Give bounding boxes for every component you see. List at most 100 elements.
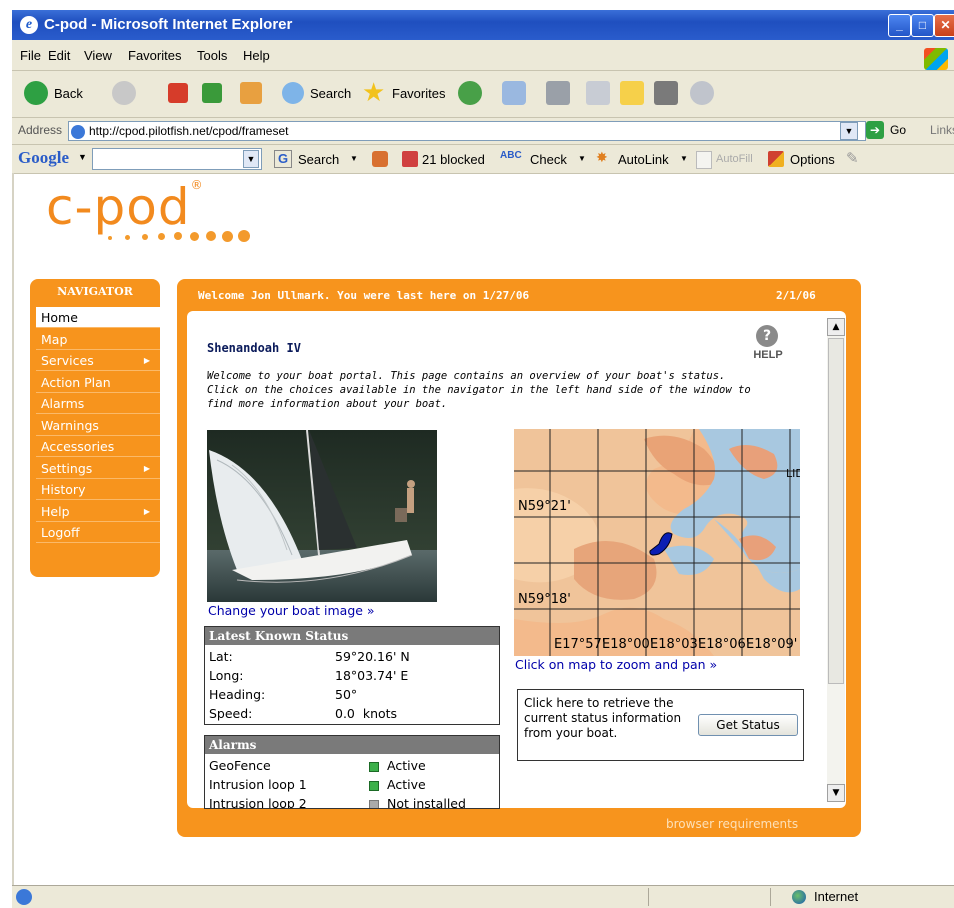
- change-image-link[interactable]: Change your boat image »: [208, 603, 375, 618]
- nav-item-help[interactable]: Help ▶: [36, 501, 160, 522]
- go-arrow-icon[interactable]: ➔: [866, 121, 884, 139]
- highlight-pen-icon[interactable]: ✎: [846, 149, 859, 167]
- spellcheck-icon[interactable]: ABC: [500, 150, 522, 161]
- map-zoom-link[interactable]: Click on map to zoom and pan »: [515, 657, 717, 672]
- options-button[interactable]: Options: [790, 152, 835, 167]
- page-icon: [71, 124, 85, 139]
- nav-item-history[interactable]: History: [36, 479, 160, 500]
- home-icon[interactable]: [240, 82, 262, 104]
- nav-item-services[interactable]: Services ▶: [36, 350, 160, 371]
- menu-tools[interactable]: Tools: [197, 48, 227, 63]
- map-canvas[interactable]: [514, 429, 800, 656]
- back-arrow-icon[interactable]: [24, 81, 48, 105]
- nav-item-accessories[interactable]: Accessories: [36, 436, 160, 457]
- google-dropdown-icon[interactable]: ▼: [243, 150, 259, 168]
- address-dropdown-icon[interactable]: ▼: [840, 122, 858, 140]
- google-logo[interactable]: Google: [18, 148, 69, 168]
- alarm-label-loop2: Intrusion loop 2: [209, 796, 307, 809]
- nav-label: Accessories: [41, 439, 115, 454]
- popup-blocker-icon[interactable]: [402, 151, 418, 167]
- welcome-message: Welcome Jon Ullmark. You were last here …: [198, 289, 530, 302]
- google-menu-icon[interactable]: ▼: [78, 152, 87, 162]
- forward-arrow-icon[interactable]: [112, 81, 136, 105]
- check-chevron-icon[interactable]: ▼: [578, 154, 586, 163]
- minimize-button[interactable]: _: [888, 14, 911, 37]
- map-town-label: LID: [786, 467, 800, 480]
- google-search-input[interactable]: [92, 148, 262, 170]
- page-status-icon: [16, 889, 32, 905]
- logo-registered-mark: ®: [190, 178, 204, 192]
- map-lon-label: E17°57': [554, 637, 606, 652]
- maximize-button[interactable]: □: [911, 14, 934, 37]
- help-question-icon: ?: [756, 325, 778, 347]
- alarm-status-indicator: [369, 781, 379, 791]
- media-icon[interactable]: [458, 81, 482, 105]
- news-icon[interactable]: [372, 151, 388, 167]
- go-button[interactable]: Go: [890, 123, 906, 137]
- get-status-button[interactable]: Get Status: [698, 714, 798, 736]
- favorites-star-icon[interactable]: ★: [362, 77, 386, 107]
- menu-edit[interactable]: Edit: [48, 48, 70, 63]
- back-button[interactable]: Back: [54, 86, 83, 101]
- address-url[interactable]: http://cpod.pilotfish.net/cpod/frameset: [89, 124, 288, 138]
- status-label-speed: Speed:: [209, 706, 253, 721]
- logo-text: c-pod: [46, 178, 191, 236]
- options-icon[interactable]: [768, 151, 784, 167]
- address-input[interactable]: http://cpod.pilotfish.net/cpod/frameset: [68, 121, 866, 141]
- messenger-icon[interactable]: [690, 81, 714, 105]
- stop-icon[interactable]: [168, 83, 188, 103]
- autolink-icon[interactable]: ✸: [596, 149, 608, 166]
- discuss-icon[interactable]: [620, 81, 644, 105]
- mail-icon[interactable]: [502, 81, 526, 105]
- boat-name: Shenandoah IV: [207, 341, 301, 355]
- map-view[interactable]: N59°21' N59°18' E17°57' E18°00' E18°03' …: [514, 429, 800, 656]
- menu-bar: File Edit View Favorites Tools Help: [12, 40, 954, 71]
- window-title: C-pod - Microsoft Internet Explorer: [44, 16, 293, 33]
- menu-file[interactable]: File: [20, 48, 41, 63]
- check-button[interactable]: Check: [530, 152, 567, 167]
- nav-item-action-plan[interactable]: Action Plan: [36, 372, 160, 393]
- nav-item-logoff[interactable]: Logoff: [36, 522, 160, 543]
- google-g-icon[interactable]: G: [274, 150, 292, 168]
- menu-view[interactable]: View: [84, 48, 112, 63]
- nav-item-settings[interactable]: Settings ▶: [36, 458, 160, 479]
- browser-requirements-link[interactable]: browser requirements: [666, 817, 798, 831]
- print-icon[interactable]: [546, 81, 570, 105]
- get-status-text: Click here to retrieve the current statu…: [524, 696, 682, 740]
- favorites-button[interactable]: Favorites: [392, 86, 445, 101]
- submenu-arrow-icon: ▶: [143, 464, 150, 473]
- navigator-header: NAVIGATOR: [57, 285, 133, 298]
- zone-label: Internet: [814, 889, 859, 904]
- google-search-button[interactable]: Search: [298, 152, 339, 167]
- scroll-thumb[interactable]: [828, 338, 844, 684]
- search-button[interactable]: Search: [310, 86, 351, 101]
- scroll-up-icon[interactable]: ▲: [827, 318, 845, 336]
- refresh-icon[interactable]: [202, 83, 222, 103]
- autofill-button[interactable]: AutoFill: [716, 153, 753, 165]
- status-value-lat: 59°20.16' N: [335, 649, 410, 664]
- search-chevron-icon[interactable]: ▼: [350, 154, 358, 163]
- scroll-down-icon[interactable]: ▼: [827, 784, 845, 802]
- nav-item-warnings[interactable]: Warnings: [36, 415, 160, 436]
- autolink-button[interactable]: AutoLink: [618, 152, 669, 167]
- nav-item-alarms[interactable]: Alarms: [36, 393, 160, 414]
- autolink-chevron-icon[interactable]: ▼: [680, 154, 688, 163]
- nav-item-home[interactable]: Home: [36, 307, 160, 328]
- autofill-icon[interactable]: [696, 151, 712, 169]
- links-label[interactable]: Links: [930, 123, 954, 137]
- close-button[interactable]: ✕: [934, 14, 954, 37]
- status-label-heading: Heading:: [209, 687, 266, 702]
- menu-favorites[interactable]: Favorites: [128, 48, 181, 63]
- nav-item-map[interactable]: Map: [36, 329, 160, 350]
- research-icon[interactable]: [654, 81, 678, 105]
- address-label: Address: [18, 123, 63, 137]
- edit-icon[interactable]: [586, 81, 610, 105]
- search-icon[interactable]: [282, 82, 304, 104]
- alarms-header: Alarms: [205, 736, 499, 754]
- menu-help[interactable]: Help: [243, 48, 270, 63]
- content-scrollbar[interactable]: ▲ ▼: [827, 318, 845, 802]
- blocked-count[interactable]: 21 blocked: [422, 152, 485, 167]
- intro-text: Welcome to your boat portal. This page c…: [207, 370, 751, 410]
- nav-label: Map: [41, 332, 68, 347]
- help-button[interactable]: ? HELP: [750, 325, 786, 369]
